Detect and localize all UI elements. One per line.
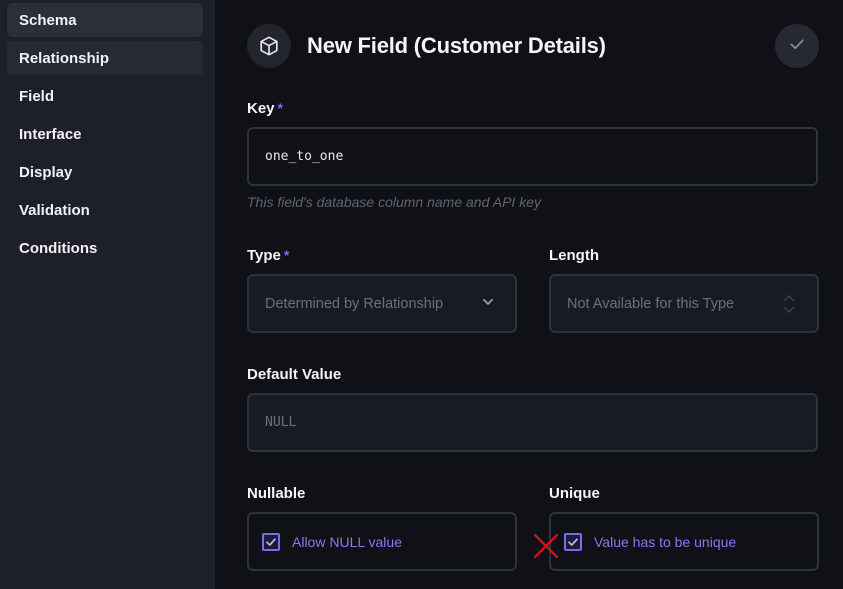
type-select-value: Determined by Relationship [265, 295, 444, 312]
stepper-arrows-icon [783, 294, 795, 314]
sidebar-item-interface[interactable]: Interface [7, 117, 203, 151]
chevron-down-icon [481, 294, 495, 313]
unique-label: Unique [549, 485, 600, 502]
unique-checkbox-label: Value has to be unique [594, 533, 737, 550]
box-icon [247, 24, 291, 68]
main-panel: New Field (Customer Details) Key * one_to… [215, 0, 843, 589]
unique-checkbox-field[interactable]: Value has to be unique [549, 512, 819, 571]
sidebar-item-relationship[interactable]: Relationship [7, 41, 203, 75]
length-label: Length [549, 247, 599, 264]
key-label: Key * [247, 100, 283, 117]
required-mark: * [277, 100, 283, 116]
type-label-text: Type [247, 247, 281, 264]
default-value-label: Default Value [247, 366, 342, 383]
type-label: Type * [247, 247, 289, 264]
sidebar-item-conditions[interactable]: Conditions [7, 231, 203, 265]
red-x-mark-icon [533, 533, 559, 564]
checkbox-checked-icon[interactable] [564, 532, 582, 551]
sidebar-item-validation[interactable]: Validation [7, 193, 203, 227]
key-input-value: one_to_one [265, 149, 344, 164]
save-button[interactable] [775, 24, 819, 68]
sidebar-item-schema[interactable]: Schema [7, 3, 203, 37]
default-value-placeholder: NULL [265, 415, 297, 430]
page-title: New Field (Customer Details) [307, 33, 606, 58]
sidebar: Schema Relationship Field Interface Disp… [0, 0, 215, 589]
length-input[interactable]: Not Available for this Type [549, 274, 819, 333]
type-select[interactable]: Determined by Relationship [247, 274, 517, 333]
check-icon [787, 34, 807, 59]
nullable-label: Nullable [247, 485, 306, 502]
nullable-checkbox-field[interactable]: Allow NULL value [247, 512, 517, 571]
default-value-input[interactable]: NULL [247, 393, 818, 452]
required-mark: * [283, 247, 290, 263]
key-hint: This field's database column name and AP… [247, 194, 541, 210]
header: New Field (Customer Details) [247, 24, 819, 68]
sidebar-item-display[interactable]: Display [7, 155, 203, 189]
key-label-text: Key [247, 100, 275, 117]
sidebar-item-field[interactable]: Field [7, 79, 203, 113]
key-input[interactable]: one_to_one [247, 127, 818, 186]
length-placeholder: Not Available for this Type [567, 295, 735, 312]
checkbox-checked-icon[interactable] [262, 532, 280, 551]
nullable-checkbox-label: Allow NULL value [292, 533, 402, 550]
